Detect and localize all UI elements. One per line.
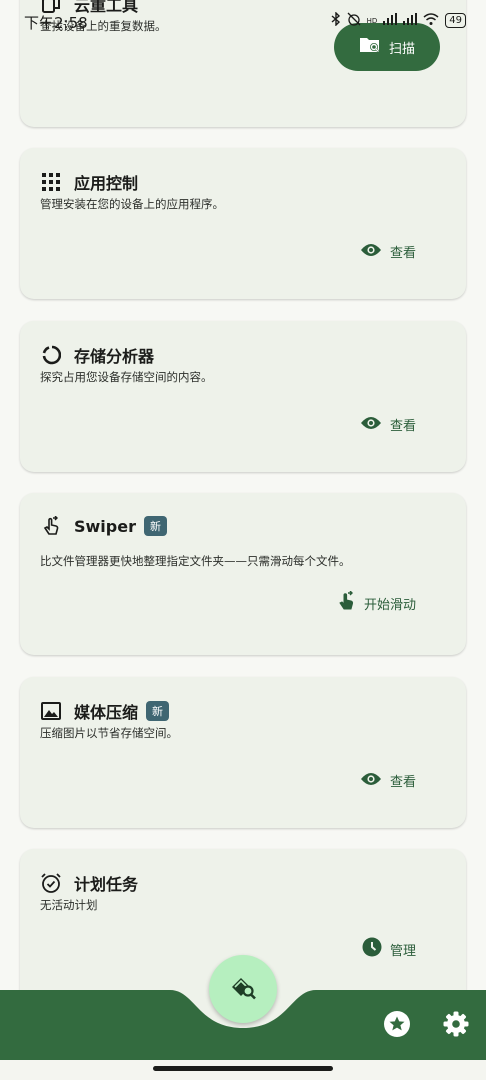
card-header: 存储分析器 — [40, 343, 154, 367]
clean-search-icon — [229, 974, 257, 1004]
donut-chart-icon — [40, 344, 62, 366]
eye-icon — [360, 772, 382, 790]
alarm-check-icon — [40, 872, 62, 894]
duplicate-icon — [40, 0, 62, 15]
view-button-label: 查看 — [389, 775, 416, 790]
view-button[interactable]: 查看 — [360, 415, 416, 434]
card-app-control: 应用控制 管理安装在您的设备上的应用程序。 查看 — [20, 148, 466, 299]
image-icon — [40, 700, 62, 722]
new-badge: 新 — [146, 701, 170, 721]
eye-icon — [360, 416, 382, 434]
card-title: 媒体压缩 — [74, 703, 139, 722]
card-title: 应用控制 — [74, 174, 139, 193]
card-title: 计划任务 — [74, 875, 139, 894]
card-title: 存储分析器 — [74, 347, 155, 366]
card-storage-analyzer: 存储分析器 探究占用您设备存储空间的内容。 查看 — [20, 321, 466, 472]
start-swiping-button[interactable]: 开始滑动 — [336, 590, 416, 615]
home-indicator[interactable] — [153, 1066, 333, 1071]
card-header: Swiper 新 — [40, 515, 167, 537]
settings-button[interactable] — [442, 1010, 470, 1042]
card-description: 比文件管理器更快地整理指定文件夹——只需滑动每个文件。 — [40, 554, 351, 568]
view-button-label: 查看 — [389, 246, 416, 261]
scan-button[interactable]: 扫描 — [334, 23, 440, 71]
card-header: 应用控制 — [40, 170, 138, 194]
card-description: 无活动计划 — [40, 898, 98, 912]
card-title: Swiper — [74, 516, 136, 536]
card-description: 探究占用您设备存储空间的内容。 — [40, 370, 213, 384]
new-badge: 新 — [143, 516, 167, 536]
card-duplicate-finder: 云重工具 查找设备上的重复数据。 扫描 — [20, 0, 466, 127]
eye-icon — [360, 243, 382, 261]
swipe-hand-icon — [336, 590, 356, 615]
card-description: 管理安装在您的设备上的应用程序。 — [40, 197, 224, 211]
apps-grid-icon — [40, 171, 62, 193]
gear-icon — [442, 1011, 470, 1042]
card-swiper: Swiper 新 比文件管理器更快地整理指定文件夹——只需滑动每个文件。 开始滑… — [20, 493, 466, 655]
folder-search-icon — [359, 36, 381, 58]
start-swiping-label: 开始滑动 — [363, 597, 416, 613]
star-icon — [383, 1011, 411, 1042]
card-header: 云重工具 — [40, 0, 138, 16]
view-button[interactable]: 查看 — [360, 771, 416, 790]
view-button[interactable]: 查看 — [360, 242, 416, 261]
card-title: 云重工具 — [74, 0, 139, 15]
scan-button-label: 扫描 — [388, 41, 415, 57]
card-header: 媒体压缩 新 — [40, 699, 170, 723]
card-description: 压缩图片以节省存储空间。 — [40, 726, 178, 740]
swipe-hand-icon — [40, 515, 62, 537]
favorites-button[interactable] — [383, 1010, 411, 1042]
clean-search-fab[interactable] — [209, 955, 277, 1023]
view-button-label: 查看 — [389, 419, 416, 434]
manage-button-label: 管理 — [389, 943, 416, 959]
manage-button[interactable]: 管理 — [362, 937, 416, 961]
card-media-compression: 媒体压缩 新 压缩图片以节省存储空间。 查看 — [20, 677, 466, 828]
clock-icon — [362, 937, 382, 961]
card-header: 计划任务 — [40, 871, 138, 895]
